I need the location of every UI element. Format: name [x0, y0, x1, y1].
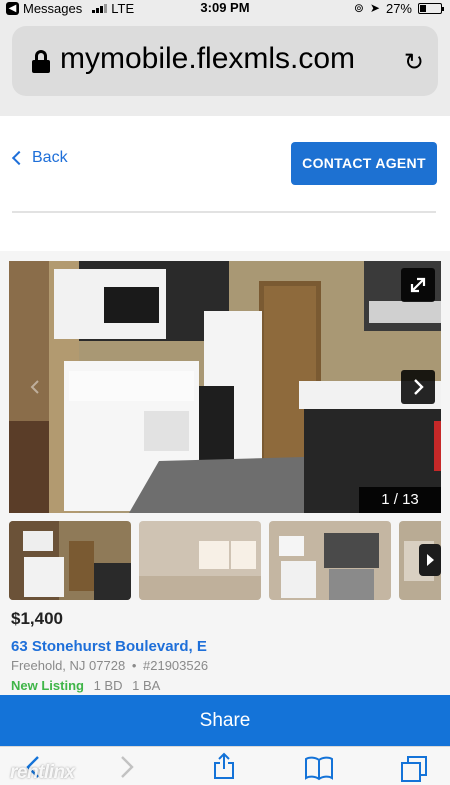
play-right-icon: [427, 554, 434, 566]
share-icon[interactable]: [212, 752, 236, 780]
forward-arrow-icon[interactable]: [120, 755, 134, 779]
thumbnail-1[interactable]: [9, 521, 131, 600]
back-label: Back: [32, 149, 68, 166]
status-bar: ◀ Messages LTE 3:09 PM ⊚ ➤ 27%: [0, 0, 450, 16]
listing-city: Freehold, NJ 07728: [11, 658, 126, 673]
listing-address[interactable]: 63 Stonehurst Boulevard, E: [11, 638, 207, 655]
baths: 1 BA: [132, 678, 161, 693]
chevron-left-icon[interactable]: [27, 379, 43, 395]
beds: 1 BD: [93, 678, 123, 693]
thumbnail-2[interactable]: [139, 521, 261, 600]
thumbnail-strip[interactable]: [9, 521, 441, 601]
thumbnail-3[interactable]: [269, 521, 391, 600]
status-badge: New Listing: [11, 678, 84, 693]
battery-icon: [418, 2, 444, 14]
back-button[interactable]: Back: [11, 149, 68, 167]
mls-number: #21903526: [143, 658, 209, 673]
location-icon: ➤: [369, 1, 380, 15]
battery-percent: 27%: [385, 0, 412, 16]
thumbnail-next-button[interactable]: [419, 544, 441, 576]
address-bar[interactable]: mymobile.flexmls.com ↻: [12, 26, 438, 96]
reload-icon[interactable]: ↻: [404, 48, 424, 77]
divider: [12, 211, 436, 213]
photo-counter: 1 / 13: [359, 487, 441, 513]
next-photo-button[interactable]: [401, 370, 435, 404]
listing-location: Freehold, NJ 07728 • #21903526: [11, 658, 208, 673]
bookmarks-icon[interactable]: [304, 755, 334, 781]
rotation-lock-icon: ⊚: [353, 1, 364, 15]
rentlinx-watermark: rentlinx: [10, 762, 75, 783]
browser-chrome: mymobile.flexmls.com ↻: [0, 16, 450, 116]
kitchen-photo: [9, 261, 441, 513]
meta-separator: •: [131, 658, 137, 673]
lock-icon: [32, 50, 50, 73]
tabs-icon[interactable]: [400, 755, 428, 783]
main-photo[interactable]: 1 / 13: [9, 261, 441, 513]
expand-icon[interactable]: [401, 268, 435, 302]
chevron-right-icon: [414, 379, 424, 395]
listing-header: Back CONTACT AGENT: [0, 116, 450, 251]
chevron-left-icon: [11, 150, 27, 166]
url-text[interactable]: mymobile.flexmls.com: [60, 42, 355, 76]
contact-agent-button[interactable]: CONTACT AGENT: [291, 142, 437, 185]
share-button[interactable]: Share: [0, 695, 450, 746]
listing-details: New Listing 1 BD 1 BA: [11, 678, 160, 693]
listing-price: $1,400: [11, 609, 63, 628]
